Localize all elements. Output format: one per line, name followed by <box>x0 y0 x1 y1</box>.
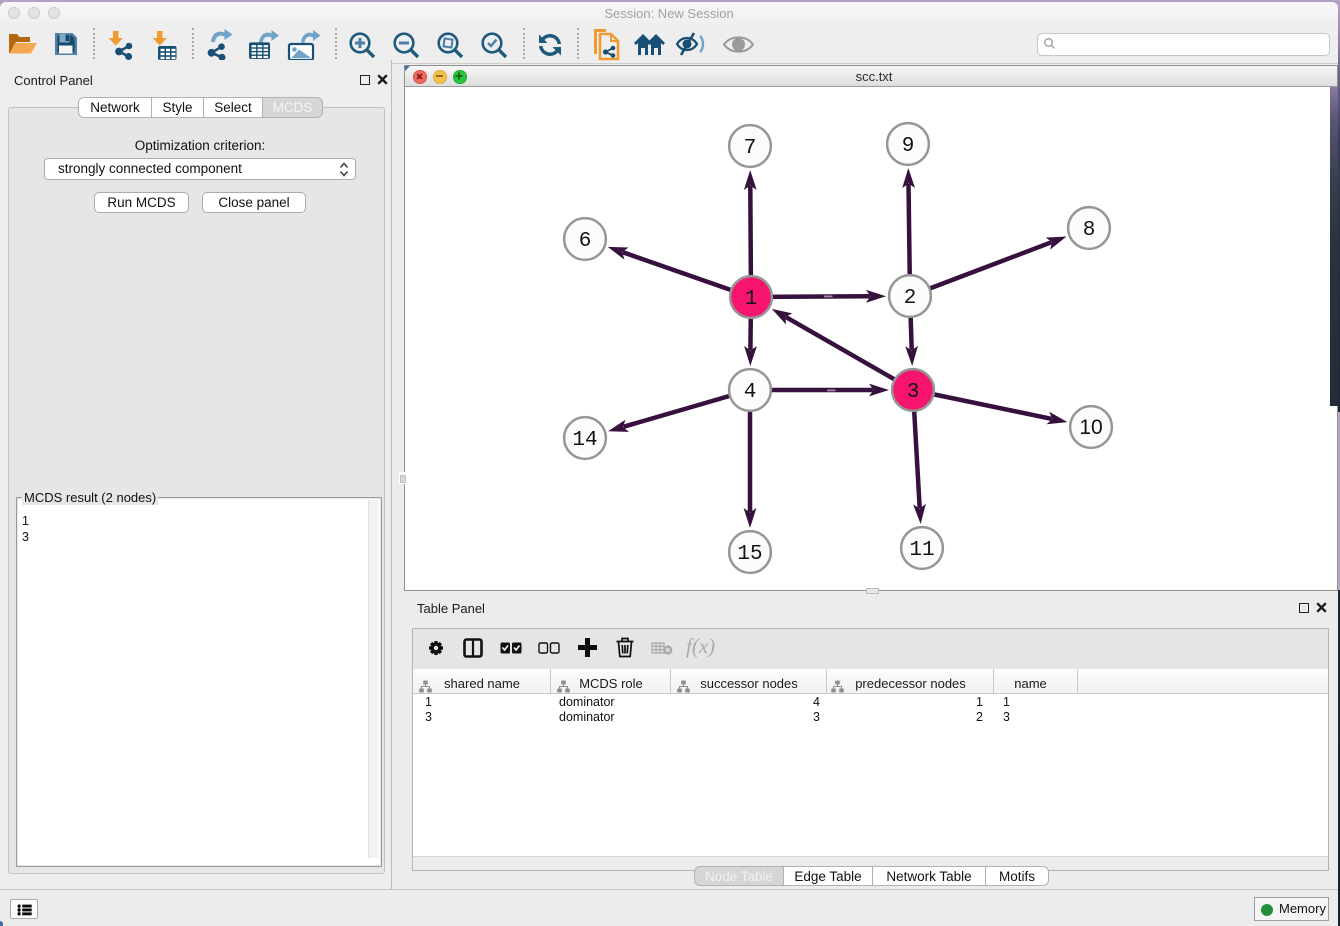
svg-text:4: 4 <box>744 381 757 404</box>
svg-text:15: 15 <box>737 543 762 566</box>
svg-text:9: 9 <box>902 135 915 158</box>
svg-text:8: 8 <box>1083 219 1096 242</box>
svg-text:7: 7 <box>744 137 757 160</box>
svg-text:3: 3 <box>907 381 920 404</box>
svg-text:2: 2 <box>904 287 917 310</box>
svg-text:11: 11 <box>909 539 934 562</box>
svg-text:6: 6 <box>579 230 592 253</box>
svg-text:14: 14 <box>572 429 597 452</box>
svg-text:1: 1 <box>745 288 758 311</box>
svg-text:10: 10 <box>1079 416 1102 439</box>
